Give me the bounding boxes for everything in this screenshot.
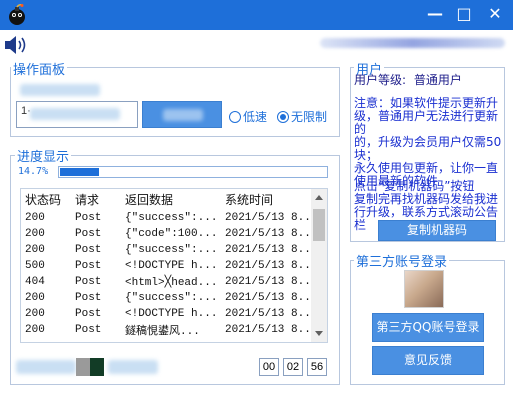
hint-line: 行升级，联系方式滚动公告	[354, 205, 499, 219]
cell-response: <!DOCTYPE h...	[125, 308, 218, 320]
cell-status: 200	[25, 228, 45, 240]
timer-minutes: 02	[283, 358, 303, 376]
scroll-up-arrow-icon[interactable]	[315, 195, 323, 200]
table-row[interactable]: 200 Post 鐩稿悓鍙风... 2021/5/13 8...	[21, 322, 311, 338]
cell-response: 鐩稿悓鍙风...	[125, 326, 200, 338]
scroll-down-arrow-icon[interactable]	[315, 331, 323, 336]
table-row[interactable]: 500 Post <!DOCTYPE h... 2021/5/13 8...	[21, 258, 311, 274]
redacted-status	[16, 360, 76, 374]
cell-request: Post	[75, 308, 102, 320]
radio-low-label: 低速	[243, 110, 268, 124]
radio-unlimited-label: 无限制	[291, 110, 328, 124]
cell-time: 2021/5/13 8...	[225, 260, 311, 272]
column-header-time[interactable]: 系统时间	[221, 189, 311, 210]
timer-hours: 00	[259, 358, 279, 376]
table-row[interactable]: 200 Post <!DOCTYPE h... 2021/5/13 8...	[21, 306, 311, 322]
close-button[interactable]: ✕	[482, 4, 508, 24]
third-party-panel-title: 第三方账号登录	[354, 251, 450, 270]
cell-response: {"success":...	[125, 244, 218, 256]
cell-request: Post	[75, 260, 102, 272]
cell-time: 2021/5/13 8...	[225, 324, 311, 336]
user-level-value: 普通用户	[413, 73, 462, 87]
table-row[interactable]: 200 Post {"success":... 2021/5/13 8...	[21, 290, 311, 306]
cell-status: 404	[25, 276, 45, 288]
start-button[interactable]	[142, 101, 222, 128]
cell-status: 200	[25, 308, 45, 320]
column-header-request[interactable]: 请求	[71, 189, 121, 210]
cell-time: 2021/5/13 8...	[225, 244, 311, 256]
redacted-status-2	[108, 360, 158, 374]
speaker-icon[interactable]	[3, 34, 29, 56]
cell-response: <html>╳head...	[125, 277, 218, 289]
table-row[interactable]: 404 Post <html>╳head... 2021/5/13 8...	[21, 274, 311, 290]
radio-unlimited[interactable]: 无限制	[277, 108, 327, 125]
table-row[interactable]: 200 Post {"success":... 2021/5/13 8...	[21, 242, 311, 258]
cell-time: 2021/5/13 8...	[225, 228, 311, 240]
progress-fill	[60, 167, 100, 176]
redacted-label	[20, 84, 100, 96]
cell-time: 2021/5/13 8...	[225, 292, 311, 304]
cell-request: Post	[75, 228, 102, 240]
column-header-status[interactable]: 状态码	[21, 189, 71, 210]
cell-status: 200	[25, 244, 45, 256]
copy-machine-code-button[interactable]: 复制机器码	[378, 220, 496, 241]
operation-panel-title: 操作面板	[11, 59, 68, 78]
cell-response: {"success":...	[125, 292, 218, 304]
progress-track	[58, 165, 328, 178]
progress-panel-title: 进度显示	[15, 146, 72, 165]
status-swatch-green	[90, 358, 104, 376]
progress-bar: 14.7%	[18, 165, 328, 178]
cell-response: <!DOCTYPE h...	[125, 260, 218, 272]
cell-status: 200	[25, 324, 45, 336]
cell-status: 200	[25, 212, 45, 224]
user-avatar	[404, 270, 444, 308]
cell-request: Post	[75, 244, 102, 256]
table-row[interactable]: 200 Post {"success":... 2021/5/13 8...	[21, 210, 311, 226]
title-bar: — □ ✕	[0, 0, 513, 30]
table-row[interactable]: 200 Post {"code":100... 2021/5/13 8...	[21, 226, 311, 242]
cell-request: Post	[75, 292, 102, 304]
column-header-response[interactable]: 返回数据	[121, 189, 221, 210]
radio-low-speed[interactable]: 低速	[229, 108, 267, 125]
request-log-table[interactable]: 状态码 请求 返回数据 系统时间 200 Post {"success":... 20…	[20, 188, 328, 343]
minimize-button[interactable]: —	[422, 4, 448, 24]
cell-response: {"code":100...	[125, 228, 218, 240]
radio-low-circle	[229, 110, 241, 123]
cell-status: 500	[25, 260, 45, 272]
cell-request: Post	[75, 212, 102, 224]
qq-login-button[interactable]: 第三方QQ账号登录	[372, 313, 484, 342]
redacted-input-text	[30, 108, 120, 120]
bomb-icon	[9, 4, 25, 25]
cell-request: Post	[75, 324, 102, 336]
cell-time: 2021/5/13 8...	[225, 212, 311, 224]
update-notice: 注意：如果软件提示更新升 级，普通用户无法进行更新的 的，升级为会员用户仅需50…	[354, 97, 502, 188]
user-level: 用户等级: 普通用户	[354, 74, 462, 87]
maximize-button[interactable]: □	[451, 4, 477, 24]
timer-seconds: 56	[307, 358, 327, 376]
status-swatch-grey	[76, 358, 90, 376]
feedback-button[interactable]: 意见反馈	[372, 346, 484, 375]
cell-request: Post	[75, 276, 102, 288]
progress-percent: 14.7%	[18, 166, 49, 177]
user-level-label: 用户等级:	[354, 73, 407, 87]
redacted-button-label	[163, 109, 203, 121]
notice-line: 级，普通用户无法进行更新的	[354, 109, 499, 136]
cell-status: 200	[25, 292, 45, 304]
table-header-row: 状态码 请求 返回数据 系统时间	[21, 189, 311, 210]
cell-response: {"success":...	[125, 212, 218, 224]
scroll-thumb[interactable]	[313, 209, 325, 241]
radio-unlimited-circle	[277, 110, 289, 123]
table-scrollbar[interactable]	[311, 189, 327, 342]
cell-time: 2021/5/13 8...	[225, 276, 311, 288]
scrolling-notice-banner	[320, 38, 505, 48]
cell-time: 2021/5/13 8...	[225, 308, 311, 320]
